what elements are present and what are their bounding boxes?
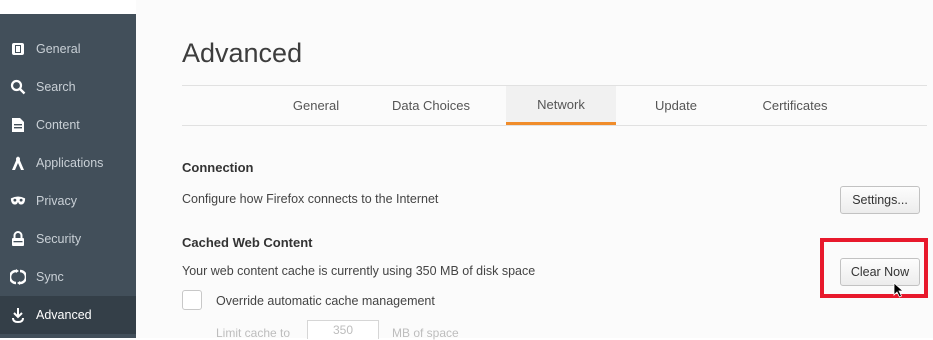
advanced-icon bbox=[10, 307, 26, 323]
sidebar-item-advanced[interactable]: Advanced bbox=[0, 296, 136, 334]
connection-description: Configure how Firefox connects to the In… bbox=[182, 192, 439, 206]
connection-settings-button[interactable]: Settings... bbox=[840, 186, 920, 214]
search-icon bbox=[10, 79, 26, 95]
general-icon bbox=[10, 41, 26, 57]
sidebar-item-label: Content bbox=[36, 118, 80, 132]
limit-cache-input[interactable]: 350 bbox=[307, 320, 379, 339]
highlight-annotation bbox=[820, 238, 928, 298]
tab-general[interactable]: General bbox=[276, 86, 356, 125]
override-cache-label: Override automatic cache management bbox=[216, 294, 435, 308]
tab-data-choices[interactable]: Data Choices bbox=[378, 86, 484, 125]
page-title: Advanced bbox=[182, 38, 303, 68]
sidebar-item-label: General bbox=[36, 42, 81, 56]
applications-icon bbox=[10, 155, 26, 171]
sidebar-item-label: Advanced bbox=[36, 308, 92, 322]
security-lock-icon bbox=[10, 231, 26, 247]
sidebar-item-label: Search bbox=[36, 80, 76, 94]
connection-section-title: Connection bbox=[182, 160, 254, 175]
sidebar-item-label: Sync bbox=[36, 270, 64, 284]
tab-update[interactable]: Update bbox=[636, 86, 716, 125]
sidebar: General Search Content Applications Priv… bbox=[0, 14, 136, 338]
sidebar-item-label: Privacy bbox=[36, 194, 77, 208]
tabs-divider-bottom bbox=[182, 125, 927, 126]
sidebar-item-security[interactable]: Security bbox=[0, 220, 136, 258]
override-cache-checkbox[interactable] bbox=[182, 290, 202, 310]
tab-certificates[interactable]: Certificates bbox=[740, 86, 850, 125]
privacy-icon bbox=[10, 193, 26, 209]
tab-network[interactable]: Network bbox=[506, 86, 616, 125]
sidebar-item-sync[interactable]: Sync bbox=[0, 258, 136, 296]
content-icon bbox=[10, 117, 26, 133]
cursor-pointer-icon bbox=[893, 282, 905, 303]
sidebar-item-content[interactable]: Content bbox=[0, 106, 136, 144]
main-panel: Advanced General Data Choices Network Up… bbox=[136, 0, 933, 338]
cache-description: Your web content cache is currently usin… bbox=[182, 264, 536, 278]
sync-icon bbox=[10, 269, 26, 285]
sidebar-item-privacy[interactable]: Privacy bbox=[0, 182, 136, 220]
cache-section-title: Cached Web Content bbox=[182, 235, 313, 250]
sidebar-item-label: Applications bbox=[36, 156, 104, 170]
sidebar-item-applications[interactable]: Applications bbox=[0, 144, 136, 182]
sidebar-item-search[interactable]: Search bbox=[0, 68, 136, 106]
sidebar-item-label: Security bbox=[36, 232, 82, 246]
sidebar-item-general[interactable]: General bbox=[0, 30, 136, 68]
